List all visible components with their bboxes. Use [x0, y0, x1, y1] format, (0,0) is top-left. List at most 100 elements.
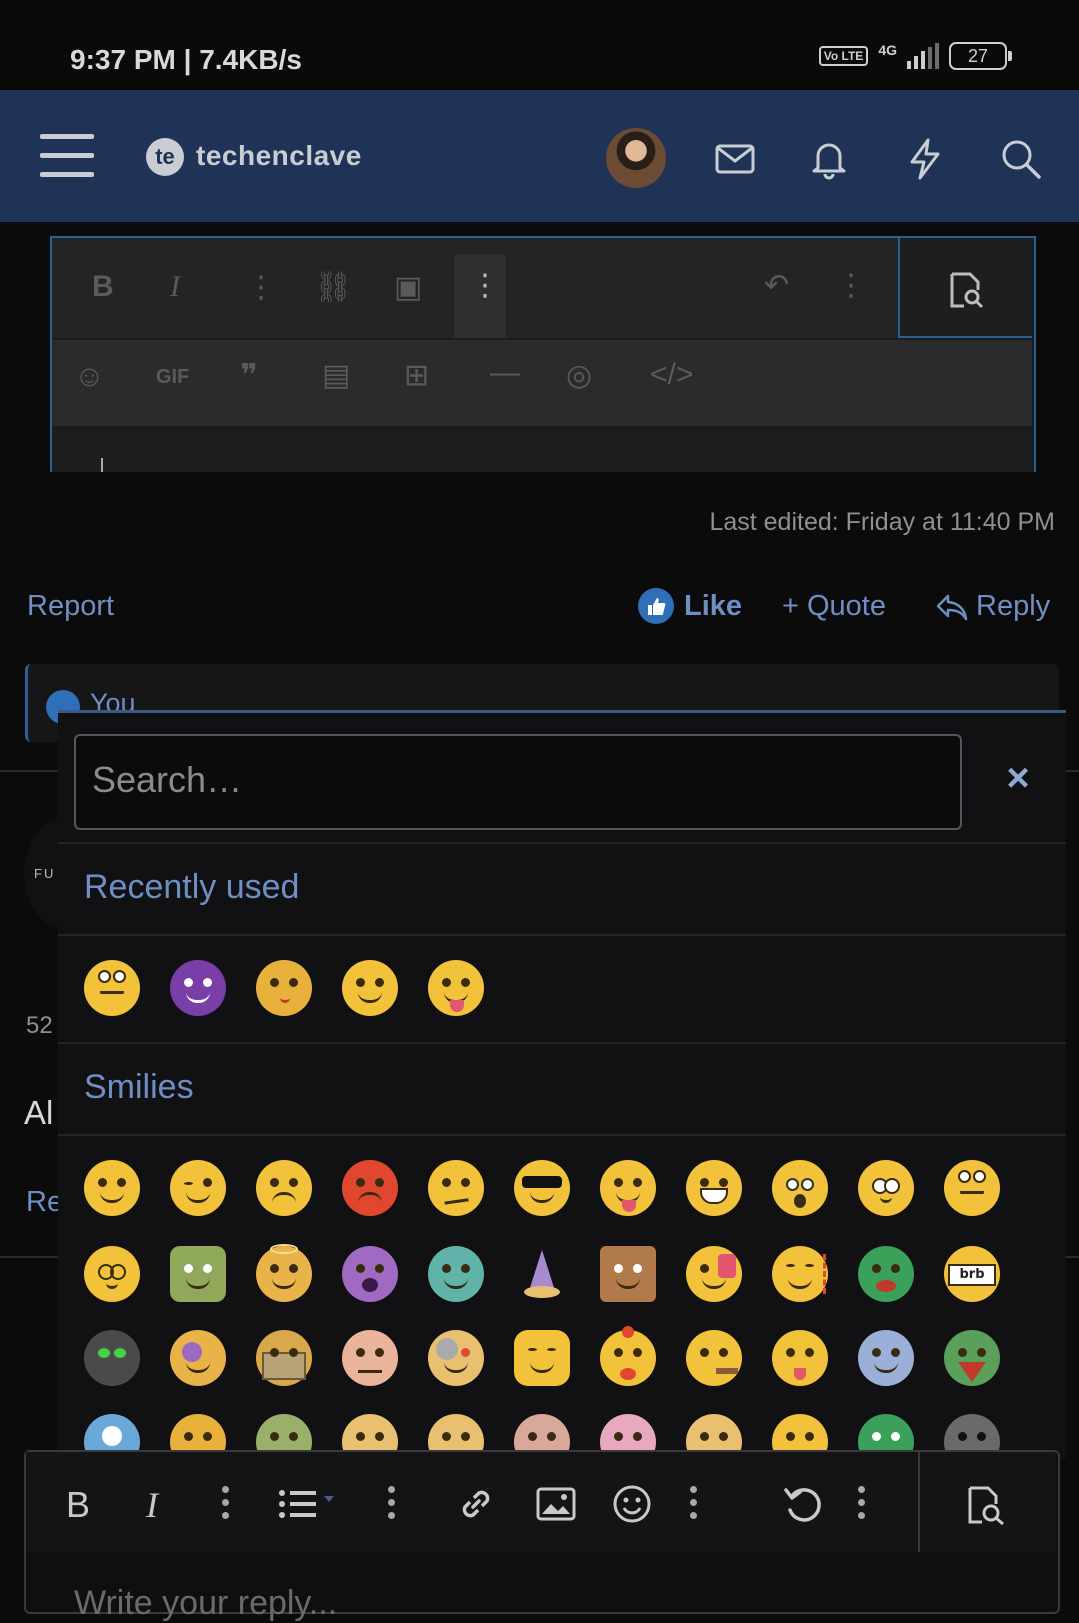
reply-icon [936, 594, 968, 620]
close-icon[interactable]: × [996, 756, 1040, 800]
more-options-icon-2[interactable]: ⋮ [836, 268, 866, 303]
cyborg-emoji[interactable] [428, 1330, 484, 1386]
link-icon[interactable]: ⛓ [314, 270, 352, 305]
more-options-icon-4[interactable] [858, 1486, 866, 1525]
link-icon[interactable] [456, 1484, 496, 1524]
bold-icon[interactable]: B [66, 1484, 90, 1526]
vampire-emoji[interactable] [944, 1330, 1000, 1386]
scream-emoji[interactable] [772, 1160, 828, 1216]
table-icon[interactable]: ⊞ [404, 358, 429, 393]
preview-icon[interactable] [946, 270, 986, 310]
chicken-emoji[interactable] [600, 1326, 656, 1386]
bold-icon[interactable]: B [92, 270, 114, 304]
italic-icon[interactable]: I [170, 270, 180, 304]
like-button[interactable]: Like [638, 588, 742, 624]
image-icon[interactable] [536, 1486, 576, 1522]
blush-shy-emoji[interactable] [170, 1330, 226, 1386]
more-options-icon-2[interactable] [388, 1486, 396, 1525]
status-icons: Vo LTE 4G 27 [818, 42, 1012, 70]
sick-emoji[interactable] [858, 1246, 914, 1302]
smilies-row-1 [84, 1160, 1000, 1216]
gif-icon[interactable]: GIF [156, 366, 189, 389]
envelope-icon[interactable] [712, 136, 758, 182]
laugh-emoji[interactable] [772, 1246, 828, 1302]
frown-emoji[interactable] [256, 1160, 312, 1216]
straight-face-emoji[interactable] [342, 1330, 398, 1386]
eye-roll-emoji[interactable] [84, 960, 140, 1016]
media-icon[interactable]: ▤ [322, 358, 350, 393]
reply-label: Reply [976, 590, 1051, 622]
angel-emoji[interactable] [256, 1244, 312, 1302]
lightning-icon[interactable] [902, 136, 948, 182]
quote-button[interactable]: + Quote [782, 590, 886, 623]
eye-roll-emoji-2[interactable] [944, 1160, 1000, 1216]
smoking-emoji[interactable] [686, 1330, 742, 1386]
wink-emoji[interactable] [170, 1160, 226, 1216]
picker-divider-4 [58, 1134, 1066, 1136]
devil-emoji[interactable] [170, 960, 226, 1016]
logo-badge[interactable]: te [146, 138, 184, 176]
list-icon[interactable] [278, 1488, 340, 1520]
angry-emoji[interactable] [342, 1160, 398, 1216]
zombie-emoji[interactable] [428, 1246, 484, 1302]
tongue-emoji[interactable] [600, 1160, 656, 1216]
italic-icon[interactable]: I [146, 1484, 158, 1526]
thumbs-up-icon [638, 588, 674, 624]
smiley-icon[interactable] [612, 1484, 652, 1524]
cool-emoji[interactable] [514, 1160, 570, 1216]
picker-divider [58, 842, 1066, 844]
quote-icon[interactable]: ❞ [240, 358, 258, 393]
image-icon[interactable]: ▣ [394, 270, 422, 305]
search-icon[interactable] [998, 136, 1044, 182]
paper-bag-emoji[interactable] [600, 1246, 656, 1302]
more-options-icon[interactable]: ⋮ [246, 270, 276, 305]
reading-emoji[interactable] [256, 1330, 312, 1386]
recent-emoji-row [84, 960, 484, 1016]
status-time: 9:37 PM | 7.4KB/s [70, 44, 302, 75]
flushed-emoji[interactable] [858, 1160, 914, 1216]
smile-emoji[interactable] [342, 960, 398, 1016]
grin-emoji[interactable] [686, 1160, 742, 1216]
party-hat-emoji[interactable] [514, 1246, 570, 1302]
tongue-emoji[interactable] [428, 960, 484, 1016]
recently-used-title: Recently used [84, 868, 300, 906]
confused-emoji[interactable] [428, 1160, 484, 1216]
bell-icon[interactable] [806, 136, 852, 182]
user-avatar[interactable] [606, 128, 666, 188]
reply-button[interactable]: Reply [936, 590, 1050, 623]
code-icon[interactable]: </> [650, 358, 693, 392]
undo-icon[interactable] [782, 1484, 824, 1526]
site-logo[interactable]: techenclave [196, 140, 362, 172]
emoji-search-input[interactable] [90, 754, 954, 806]
picker-divider-2 [58, 934, 1066, 936]
more-options-icon-3[interactable] [690, 1486, 698, 1525]
purple-shock-emoji[interactable] [342, 1246, 398, 1302]
undo-icon[interactable]: ↶ [764, 268, 789, 303]
smiley-icon[interactable]: ☺ [74, 360, 105, 394]
battery-icon: 27 [949, 42, 1012, 70]
more-vertical-icon[interactable]: ⋮ [470, 268, 500, 303]
more-options-icon[interactable] [222, 1486, 230, 1525]
blush-emoji[interactable] [686, 1246, 742, 1302]
post-meta: 52 [26, 1012, 53, 1039]
dizzy-emoji[interactable] [84, 1246, 140, 1302]
alien-emoji[interactable] [84, 1330, 140, 1386]
smile-emoji[interactable] [84, 1160, 140, 1216]
smilies-row-2: brb [84, 1244, 1000, 1302]
preview-icon[interactable] [964, 1484, 1008, 1526]
menu-icon[interactable] [40, 134, 94, 180]
brb-emoji[interactable]: brb [944, 1246, 1000, 1302]
goblin-emoji[interactable] [170, 1246, 226, 1302]
horizontal-line-icon[interactable]: — [490, 356, 520, 390]
tiger-emoji[interactable] [772, 1330, 828, 1386]
praying-emoji[interactable] [858, 1330, 914, 1386]
report-link[interactable]: Report [27, 590, 114, 623]
kiss-emoji[interactable] [256, 960, 312, 1016]
picker-divider-3 [58, 1042, 1066, 1044]
editor-toolbar-row-2 [52, 340, 1032, 426]
member-avatar-text: FU [34, 866, 56, 881]
reply-placeholder[interactable]: Write your reply... [74, 1584, 337, 1623]
editor-clip [24, 472, 1056, 474]
cat-emoji[interactable] [514, 1330, 570, 1386]
spoiler-icon[interactable]: ◎ [566, 358, 592, 393]
